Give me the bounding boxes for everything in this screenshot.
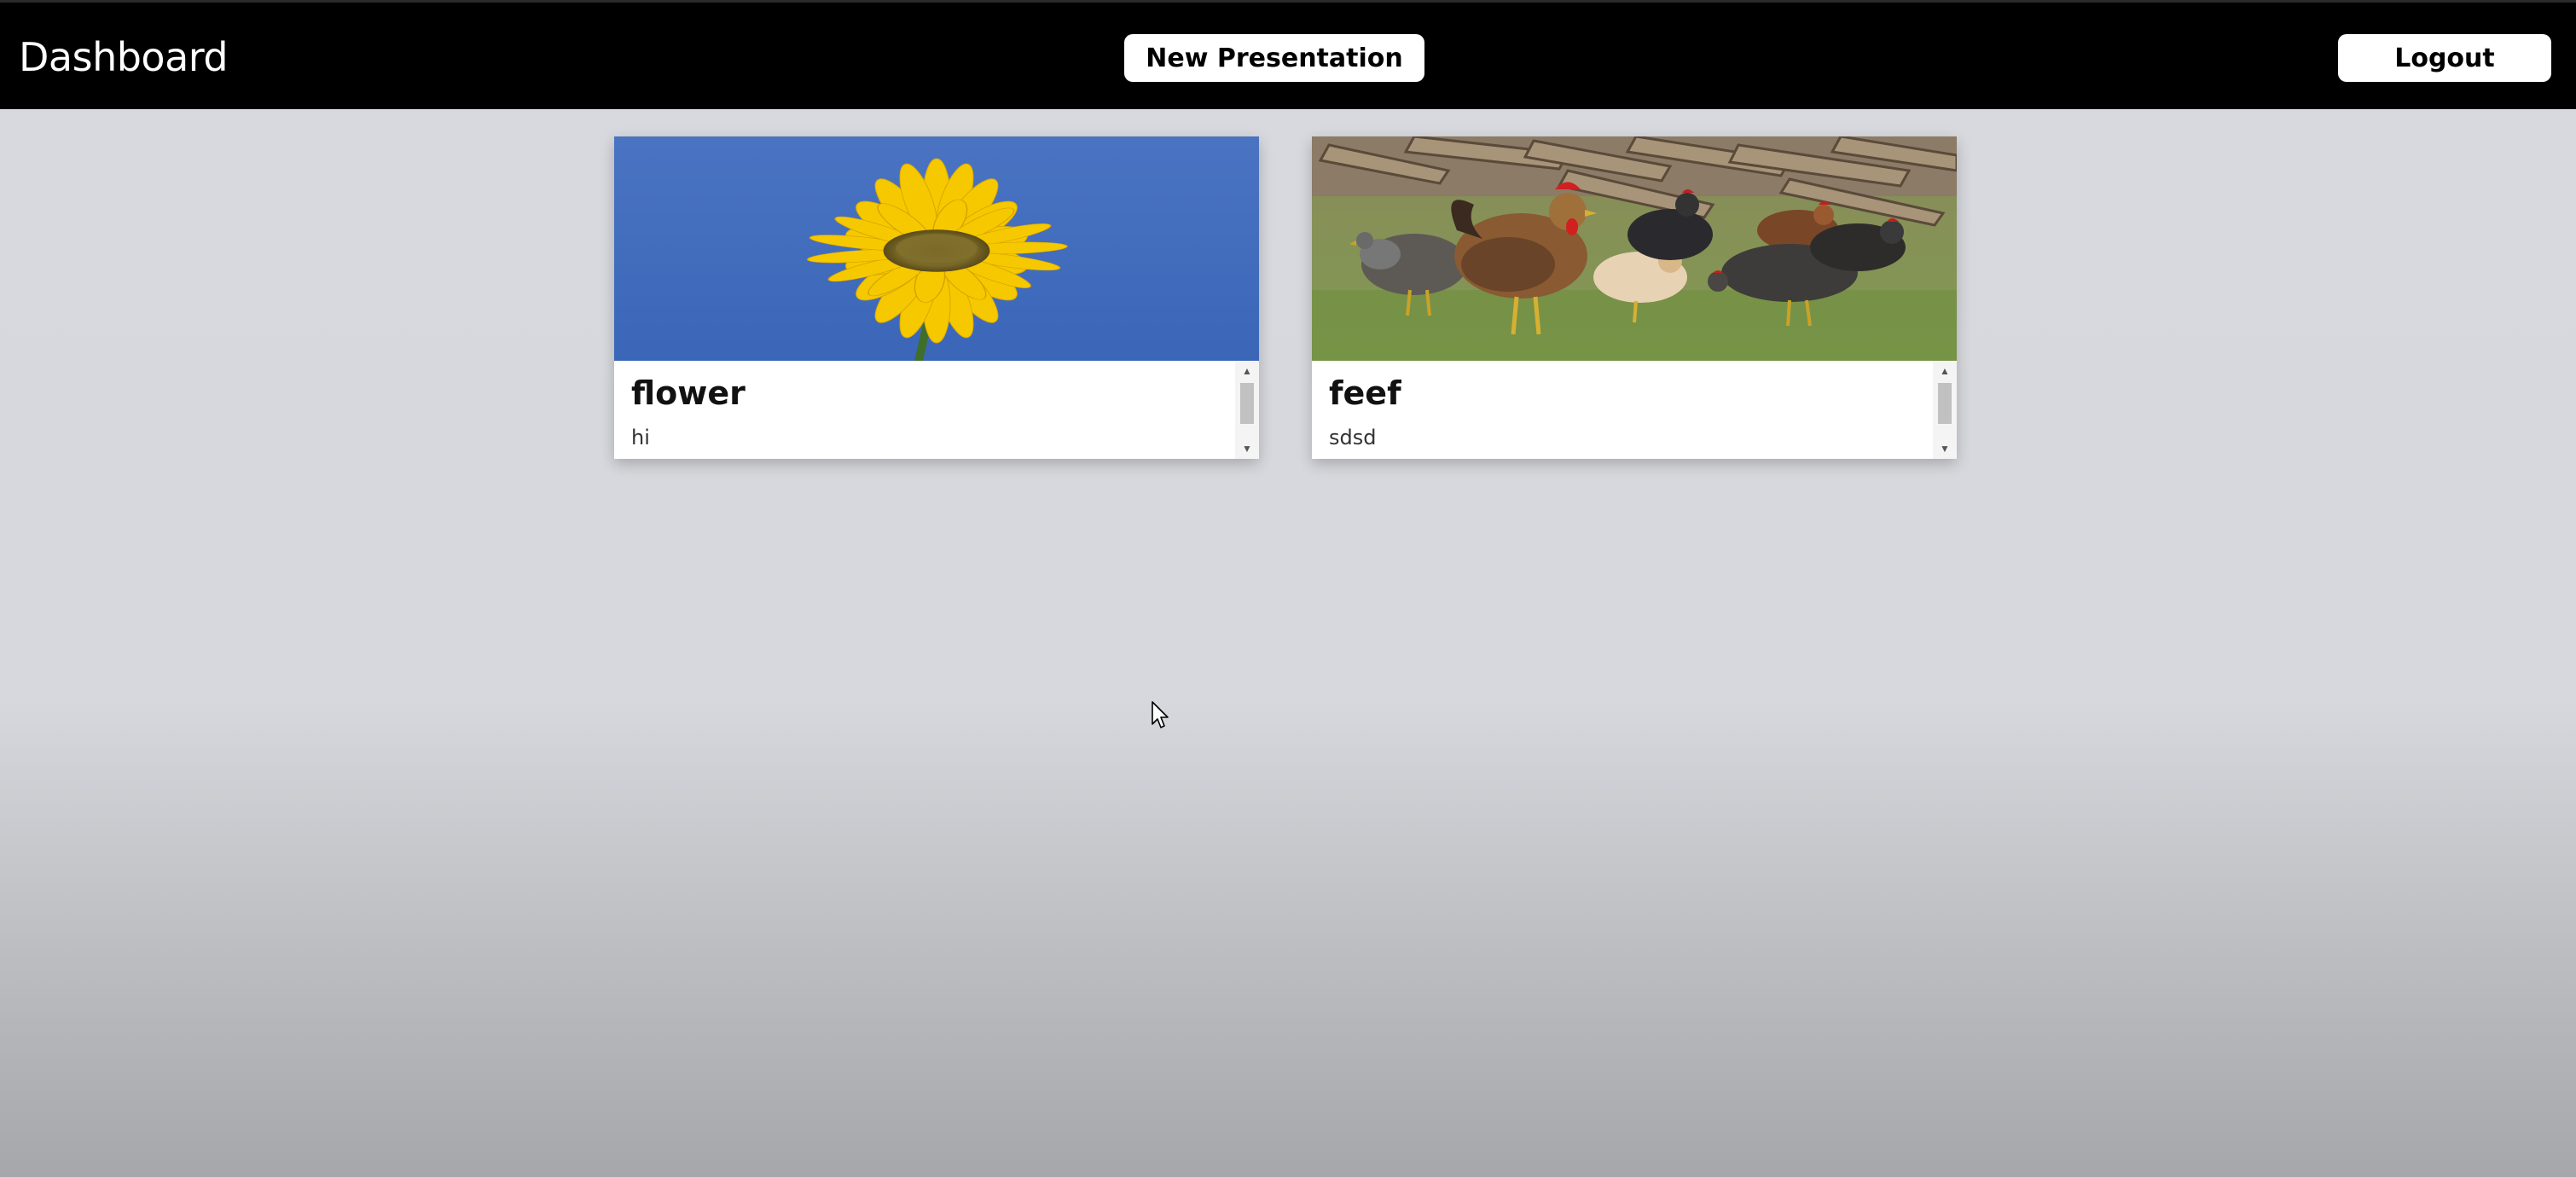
card-scrollbar[interactable]: ▲ ▼ — [1933, 361, 1957, 459]
card-body: feef sdsd ▲ ▼ — [1312, 361, 1957, 459]
card-scrollbar[interactable]: ▲ ▼ — [1235, 361, 1259, 459]
logout-button[interactable]: Logout — [2338, 34, 2551, 82]
scroll-thumb[interactable] — [1240, 383, 1254, 424]
card-description: sdsd — [1329, 426, 1377, 449]
presentation-card[interactable]: feef sdsd ▲ ▼ — [1312, 136, 1957, 459]
scroll-thumb[interactable] — [1938, 383, 1952, 424]
chickens-thumbnail-icon — [1312, 136, 1957, 361]
page-title: Dashboard — [19, 34, 229, 80]
scroll-up-arrow-icon[interactable]: ▲ — [1933, 362, 1957, 380]
card-title: feef — [1329, 374, 1401, 412]
card-description: hi — [631, 426, 650, 449]
scroll-down-arrow-icon[interactable]: ▼ — [1933, 440, 1957, 457]
presentation-thumbnail — [614, 136, 1259, 361]
mouse-pointer-icon — [1152, 701, 1169, 728]
card-title: flower — [631, 374, 746, 412]
new-presentation-button[interactable]: New Presentation — [1124, 34, 1424, 82]
top-nav-bar: Dashboard New Presentation Logout — [0, 0, 2576, 109]
scroll-up-arrow-icon[interactable]: ▲ — [1235, 362, 1259, 380]
card-body: flower hi ▲ ▼ — [614, 361, 1259, 459]
presentation-thumbnail — [1312, 136, 1957, 361]
presentation-card[interactable]: flower hi ▲ ▼ — [614, 136, 1259, 459]
sunflower-thumbnail-icon — [614, 136, 1259, 361]
scroll-down-arrow-icon[interactable]: ▼ — [1235, 440, 1259, 457]
